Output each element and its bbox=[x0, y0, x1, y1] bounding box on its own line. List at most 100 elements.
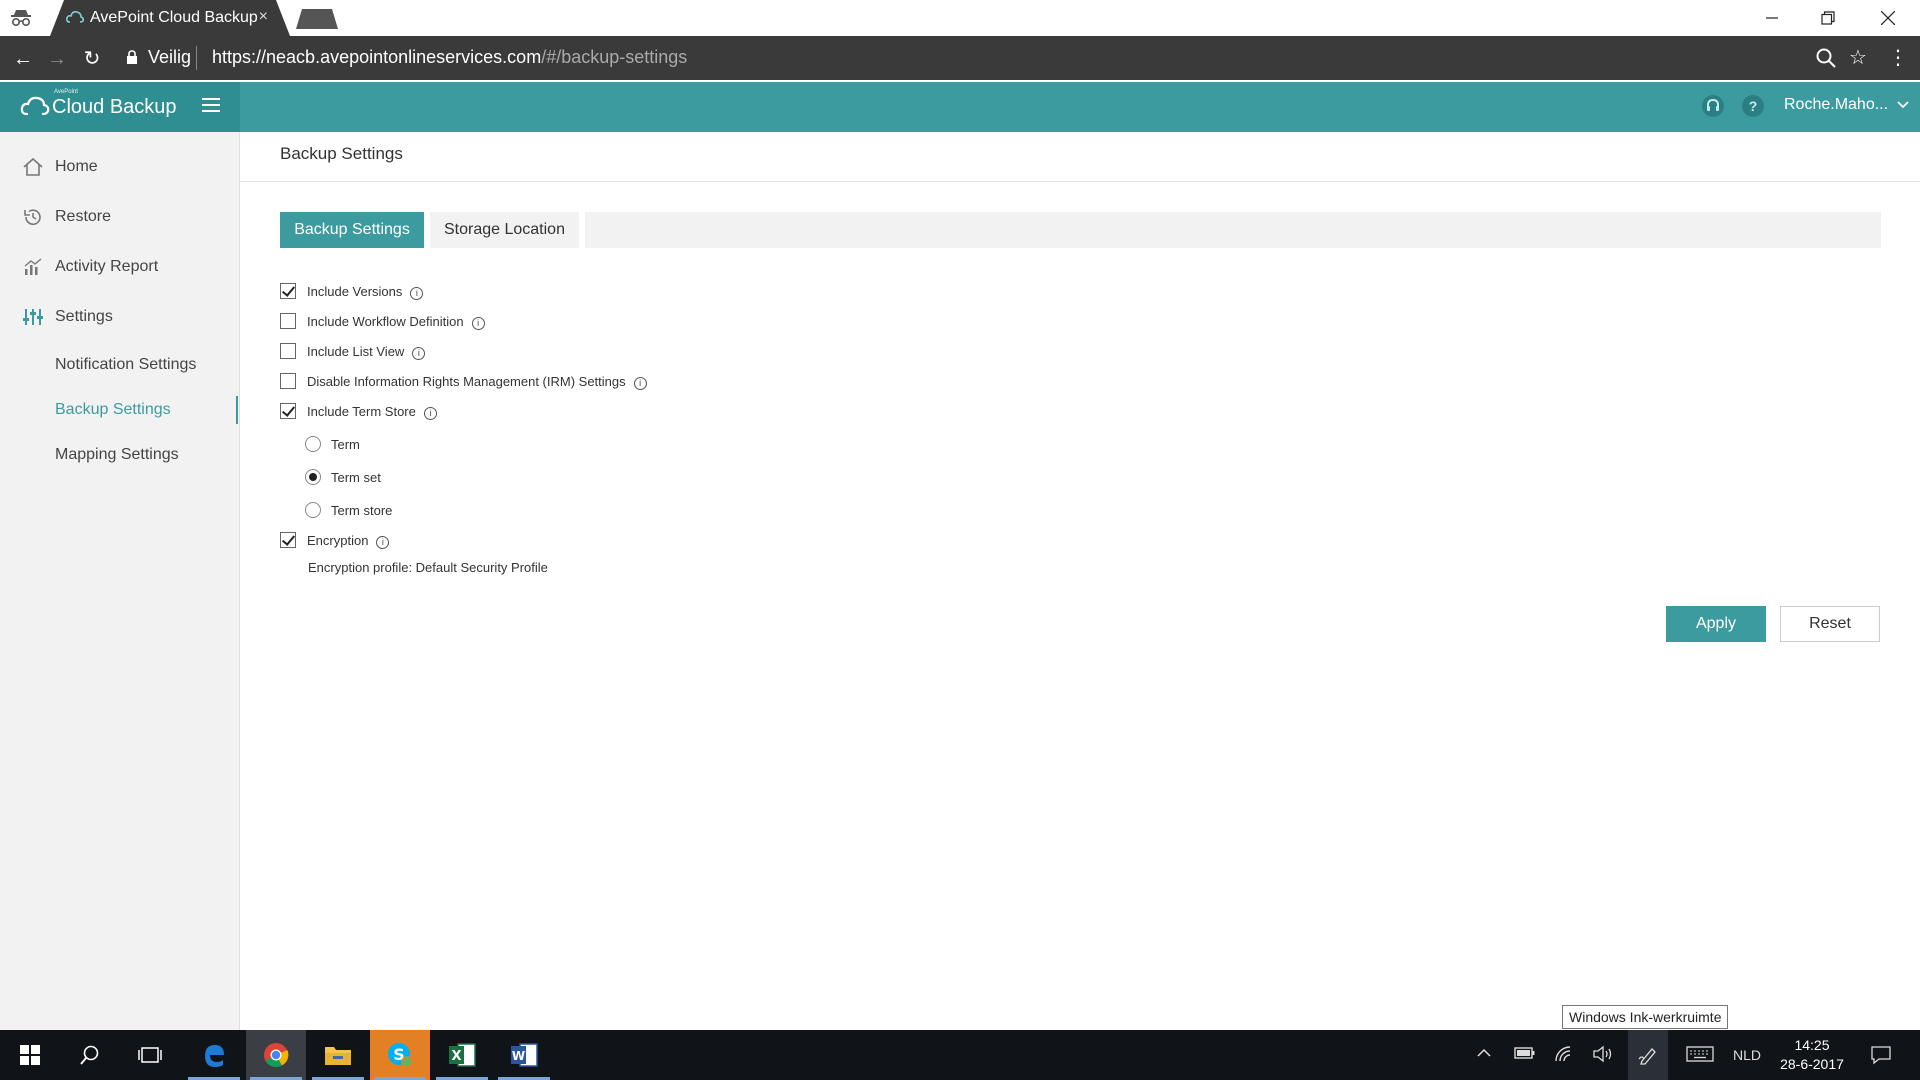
disable-irm-checkbox[interactable] bbox=[280, 373, 296, 389]
chrome-icon bbox=[264, 1043, 289, 1068]
brand-area: AvePoint Cloud Backup bbox=[0, 82, 240, 132]
bookmark-star-icon[interactable]: ☆ bbox=[1846, 46, 1870, 70]
new-tab-button[interactable] bbox=[296, 9, 338, 29]
clock[interactable]: 14:25 28-6-2017 bbox=[1770, 1036, 1854, 1074]
include-term-store-checkbox[interactable] bbox=[280, 403, 296, 419]
tab-storage-location[interactable]: Storage Location bbox=[430, 212, 579, 248]
restore-window-icon[interactable] bbox=[1800, 0, 1856, 36]
user-menu[interactable]: Roche.Maho... bbox=[1784, 96, 1909, 114]
sidebar-subitem-label: Notification Settings bbox=[55, 356, 197, 373]
excel-icon: X bbox=[449, 1043, 476, 1067]
svg-text:W: W bbox=[512, 1049, 525, 1063]
battery-icon[interactable] bbox=[1514, 1045, 1536, 1066]
word-icon: W bbox=[511, 1043, 538, 1067]
include-list-view-checkbox[interactable] bbox=[280, 343, 296, 359]
hamburger-menu-icon[interactable] bbox=[202, 98, 220, 114]
term-set-radio[interactable] bbox=[305, 469, 321, 485]
sidebar-item-label: Restore bbox=[55, 208, 112, 225]
info-icon[interactable]: i bbox=[410, 287, 424, 300]
touch-keyboard-icon[interactable] bbox=[1686, 1045, 1714, 1068]
taskbar-app-edge[interactable] bbox=[184, 1030, 244, 1080]
sidebar-subitem-mapping-settings[interactable]: Mapping Settings bbox=[0, 438, 240, 472]
include-versions-checkbox[interactable] bbox=[280, 283, 296, 299]
windows-ink-button[interactable] bbox=[1628, 1030, 1668, 1080]
radio-label: Term bbox=[331, 437, 360, 452]
info-icon[interactable]: i bbox=[376, 536, 390, 549]
lock-icon bbox=[127, 50, 137, 64]
close-window-icon[interactable] bbox=[1860, 0, 1916, 36]
info-icon[interactable]: i bbox=[412, 347, 426, 360]
sidebar-item-restore[interactable]: Restore bbox=[0, 199, 240, 235]
sidebar-item-label: Settings bbox=[55, 308, 113, 325]
option-label: Include Term Store bbox=[307, 404, 416, 419]
bar-chart-icon bbox=[24, 258, 42, 275]
action-center-icon[interactable] bbox=[1870, 1045, 1892, 1070]
option-label: Include List View bbox=[307, 344, 405, 359]
url-field[interactable]: https://neacb.avepointonlineservices.com… bbox=[212, 47, 687, 68]
info-icon[interactable]: i bbox=[423, 407, 437, 420]
start-button[interactable] bbox=[0, 1030, 60, 1080]
sliders-icon bbox=[23, 309, 43, 325]
windows-taskbar: S X W NLD 14:25 28-6-2017 bbox=[0, 1030, 1920, 1080]
volume-icon[interactable] bbox=[1592, 1045, 1614, 1068]
option-label: Include Workflow Definition bbox=[307, 314, 464, 329]
back-arrow-icon[interactable]: ← bbox=[10, 46, 36, 72]
clock-time: 14:25 bbox=[1794, 1037, 1830, 1053]
incognito-icon bbox=[11, 10, 31, 27]
tray-overflow-chevron-icon[interactable] bbox=[1476, 1045, 1492, 1066]
taskbar-app-skype[interactable]: S bbox=[370, 1030, 430, 1080]
search-button[interactable] bbox=[60, 1030, 120, 1080]
option-label: Encryption bbox=[307, 533, 369, 548]
task-view-button[interactable] bbox=[120, 1030, 180, 1080]
option-label: Disable Information Rights Management (I… bbox=[307, 374, 626, 389]
sidebar-item-activity-report[interactable]: Activity Report bbox=[0, 249, 240, 285]
edge-icon bbox=[205, 1045, 224, 1067]
radio-label: Term store bbox=[331, 503, 393, 518]
taskbar-app-file-explorer[interactable] bbox=[308, 1030, 368, 1080]
task-view-icon bbox=[138, 1047, 162, 1063]
sidebar-subitem-label: Backup Settings bbox=[55, 401, 171, 418]
include-workflow-definition-checkbox[interactable] bbox=[280, 313, 296, 329]
term-store-radio[interactable] bbox=[305, 502, 321, 518]
tab-close-icon[interactable]: × bbox=[259, 8, 268, 26]
windows-logo-icon bbox=[20, 1045, 40, 1065]
apply-button[interactable]: Apply bbox=[1666, 606, 1766, 642]
taskbar-app-word[interactable]: W bbox=[494, 1030, 554, 1080]
secure-label: Veilig bbox=[148, 47, 192, 67]
info-icon[interactable]: i bbox=[633, 377, 647, 390]
sidebar: Home Restore Activity Report Settings No… bbox=[0, 132, 240, 1030]
url-path: /#/backup-settings bbox=[541, 47, 688, 67]
term-radio[interactable] bbox=[305, 436, 321, 452]
info-icon[interactable]: i bbox=[471, 317, 485, 330]
sidebar-subitem-backup-settings[interactable]: Backup Settings bbox=[0, 393, 240, 427]
chrome-menu-icon[interactable]: ⋮ bbox=[1886, 46, 1910, 70]
tooltip: Windows Ink-werkruimte bbox=[1562, 1005, 1729, 1029]
wifi-icon[interactable] bbox=[1554, 1045, 1574, 1068]
taskbar-app-chrome[interactable] bbox=[246, 1030, 306, 1080]
reload-icon[interactable]: ↻ bbox=[79, 46, 105, 72]
language-indicator[interactable]: NLD bbox=[1733, 1047, 1761, 1063]
sidebar-item-label: Home bbox=[55, 158, 98, 175]
minimize-icon[interactable] bbox=[1744, 0, 1800, 36]
tab-title: AvePoint Cloud Backup bbox=[90, 9, 258, 26]
tab-backup-settings[interactable]: Backup Settings bbox=[280, 212, 424, 248]
clock-date: 28-6-2017 bbox=[1780, 1056, 1844, 1072]
zoom-search-icon[interactable] bbox=[1814, 46, 1838, 70]
encryption-profile-text: Encryption profile: Default Security Pro… bbox=[308, 560, 548, 575]
pen-icon bbox=[1638, 1048, 1656, 1065]
forward-arrow-icon[interactable]: → bbox=[44, 46, 70, 72]
radio-label: Term set bbox=[331, 470, 381, 485]
brand-vendor: AvePoint bbox=[54, 89, 78, 95]
taskbar-app-excel[interactable]: X bbox=[432, 1030, 492, 1080]
browser-tab[interactable]: AvePoint Cloud Backup × bbox=[50, 0, 290, 36]
sidebar-subitem-notification-settings[interactable]: Notification Settings bbox=[0, 348, 240, 382]
cloud-favicon-icon bbox=[66, 11, 84, 23]
encryption-checkbox[interactable] bbox=[280, 532, 296, 548]
home-icon bbox=[23, 157, 43, 176]
reset-button[interactable]: Reset bbox=[1780, 606, 1880, 642]
sidebar-item-home[interactable]: Home bbox=[0, 149, 240, 185]
help-icon[interactable]: ? bbox=[1742, 95, 1764, 117]
sidebar-item-settings[interactable]: Settings bbox=[0, 299, 240, 335]
sidebar-subitem-label: Mapping Settings bbox=[55, 446, 179, 463]
support-headset-icon[interactable] bbox=[1702, 95, 1724, 117]
